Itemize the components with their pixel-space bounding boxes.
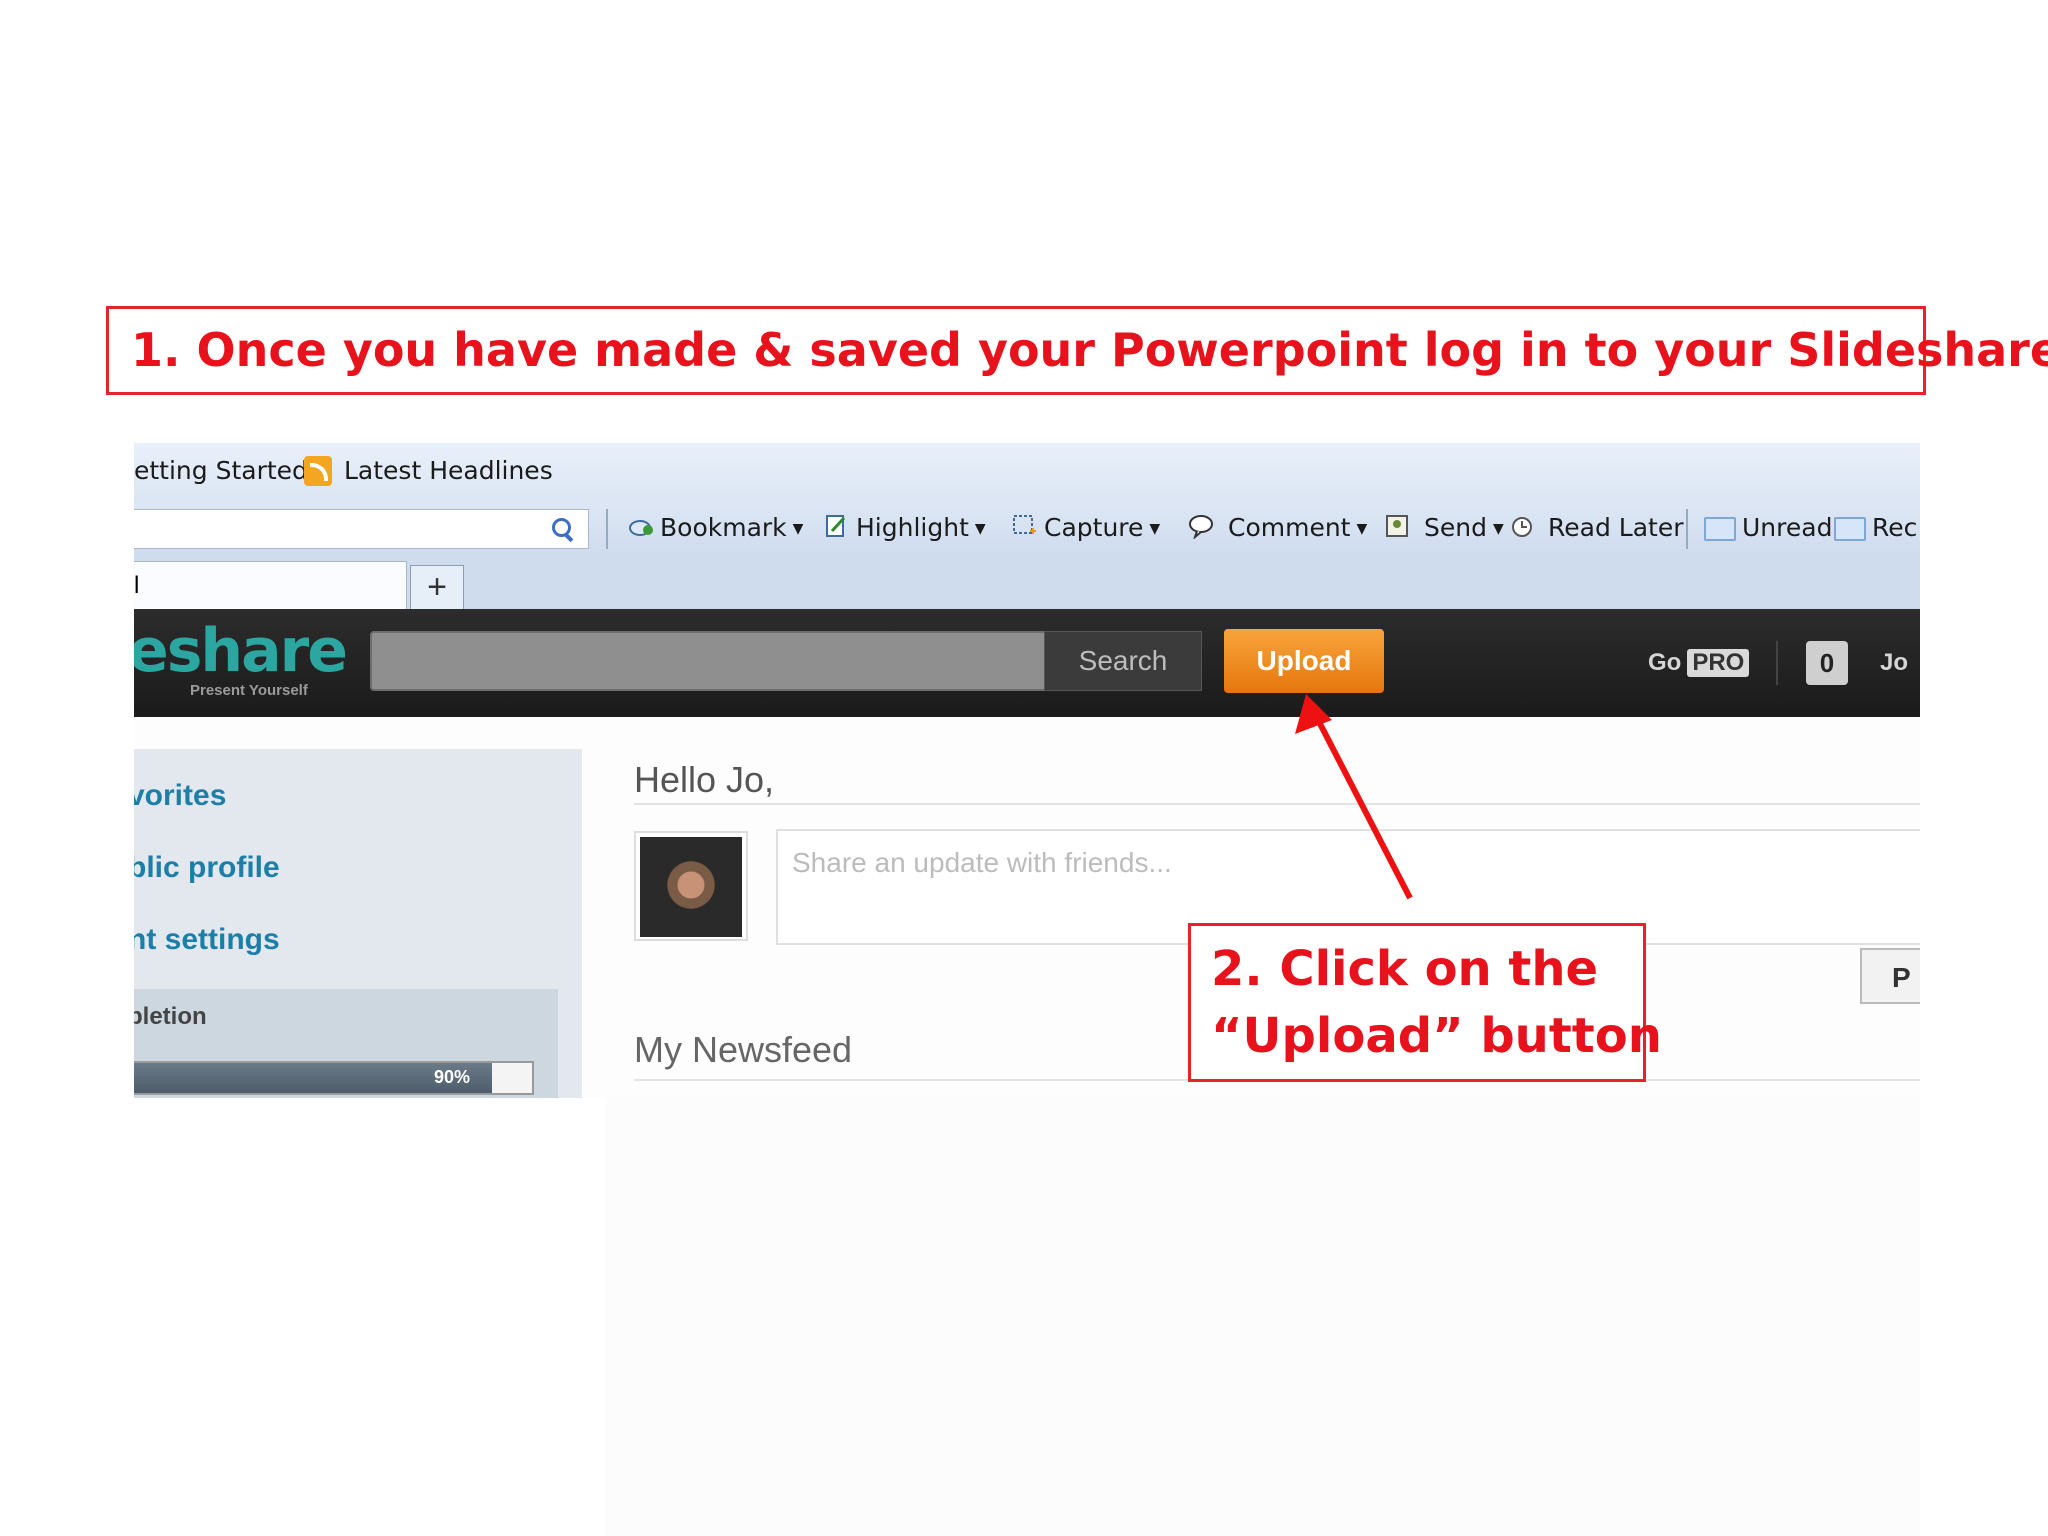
update-placeholder: Share an update with friends... (792, 847, 1172, 878)
header-divider (1776, 641, 1778, 685)
completion-label: pletion (134, 1003, 207, 1030)
go-pro-link[interactable]: Go PRO (1648, 649, 1750, 677)
capture-label: Capture (1044, 513, 1144, 542)
step2-line2: “Upload” button (1211, 1008, 1662, 1064)
capture-icon (1013, 515, 1036, 534)
step1-text: 1. Once you have made & saved your Power… (131, 323, 2048, 377)
slideshare-header: eshare Present Yourself Search Upload Go… (134, 609, 1920, 717)
highlight-icon (826, 515, 846, 537)
toolbar-comment-button[interactable]: Comment ▼ (1228, 513, 1367, 542)
post-button[interactable]: P (1860, 948, 1920, 1004)
toolbar-search-field[interactable] (134, 509, 589, 549)
chevron-down-icon: ▼ (974, 521, 986, 537)
left-sidebar: vorites blic profile nt settings pletion… (134, 749, 582, 1098)
sidebar-link-favorites[interactable]: vorites (134, 779, 226, 813)
toolbar-read-later-button[interactable]: Read Later (1548, 513, 1683, 542)
toolbar-highlight-button[interactable]: Highlight ▼ (856, 513, 986, 542)
toolbar-unread-folder[interactable]: Unread (1742, 513, 1832, 542)
highlight-label: Highlight (856, 513, 969, 542)
completion-progress-bar: 90% (134, 1061, 534, 1095)
upload-button[interactable]: Upload (1224, 629, 1384, 693)
user-menu[interactable]: Jo (1880, 649, 1908, 677)
step2-line1: 2. Click on the (1211, 941, 1599, 997)
page-background-panel (606, 1098, 1920, 1536)
chevron-down-icon: ▼ (792, 521, 804, 537)
new-tab-button[interactable]: + (410, 565, 464, 610)
toolbar-rec-folder[interactable]: Rec (1872, 513, 1917, 542)
notification-count[interactable]: 0 (1806, 641, 1848, 685)
comment-label: Comment (1228, 513, 1351, 542)
toolbar-grip (606, 509, 608, 549)
profile-completion-box: pletion 90% (134, 989, 558, 1098)
send-label: Send (1424, 513, 1487, 542)
chevron-down-icon: ▼ (1356, 521, 1368, 537)
pro-badge: PRO (1687, 649, 1750, 677)
browser-tab[interactable]: l (134, 561, 407, 610)
rss-feed-icon (304, 456, 332, 486)
send-icon (1386, 515, 1408, 537)
folder-icon (1704, 517, 1736, 541)
bookmark-icon (629, 520, 653, 536)
tab-bar: l + (134, 555, 1920, 610)
read-later-icon (1512, 517, 1532, 537)
toolbar-capture-button[interactable]: Capture ▼ (1044, 513, 1160, 542)
slideshare-logo[interactable]: eshare (134, 621, 348, 681)
toolbar-send-button[interactable]: Send ▼ (1424, 513, 1504, 542)
toolbar-bookmark-button[interactable]: Bookmark ▼ (660, 513, 803, 542)
instruction-callout-step1: 1. Once you have made & saved your Power… (106, 306, 2048, 395)
slideshare-screenshot: etting Started Latest Headlines Bookmark… (134, 443, 1920, 1098)
go-label: Go (1648, 649, 1682, 676)
bookmarks-bar: etting Started Latest Headlines (134, 443, 1920, 503)
sidebar-link-account-settings[interactable]: nt settings (134, 923, 280, 957)
toolbar-separator (1686, 509, 1688, 549)
site-search-input[interactable] (370, 631, 1046, 691)
bookmark-label: Bookmark (660, 513, 787, 542)
browser-toolbar: Bookmark ▼ Highlight ▼ Capture ▼ Comment ▼ S… (134, 503, 1920, 555)
greeting-heading: Hello Jo, (634, 759, 775, 800)
avatar[interactable] (634, 831, 748, 941)
chevron-down-icon: ▼ (1149, 521, 1161, 537)
tab-title: l (134, 572, 140, 599)
folder-icon (1834, 517, 1866, 541)
divider (634, 803, 1920, 805)
chevron-down-icon: ▼ (1492, 521, 1504, 537)
progress-percent: 90% (433, 1067, 470, 1087)
newsfeed-heading: My Newsfeed (634, 1029, 853, 1070)
bookmark-latest-headlines[interactable]: Latest Headlines (344, 456, 553, 485)
logo-tagline: Present Yourself (190, 682, 308, 699)
sidebar-link-public-profile[interactable]: blic profile (134, 851, 280, 885)
profile-photo (640, 837, 742, 937)
bookmark-getting-started[interactable]: etting Started (134, 456, 308, 485)
instruction-callout-step2: 2. Click on the “Upload” button (1188, 923, 1662, 1082)
search-icon[interactable] (552, 518, 571, 537)
search-button[interactable]: Search (1044, 631, 1202, 691)
comment-icon (1189, 515, 1213, 539)
